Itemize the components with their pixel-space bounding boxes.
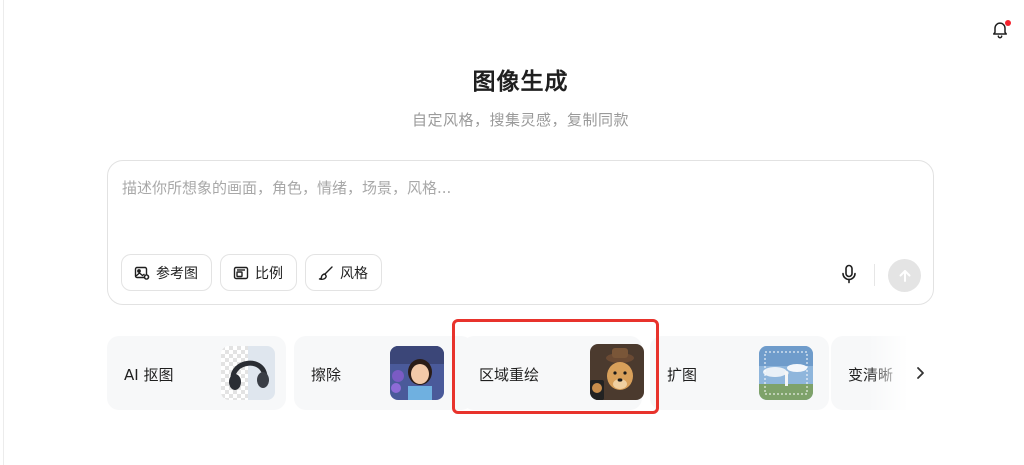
style-button[interactable]: 风格: [305, 254, 382, 291]
chevron-right-icon: [917, 367, 924, 379]
aspect-ratio-button[interactable]: 比例: [220, 254, 297, 291]
notification-button[interactable]: [990, 19, 1012, 41]
tool-label: AI 抠图: [124, 366, 174, 384]
toolbar-divider: [874, 264, 875, 286]
tool-label: 扩图: [667, 366, 698, 384]
aspect-ratio-label: 比例: [255, 265, 283, 282]
send-button[interactable]: [888, 259, 921, 292]
carousel-next-button[interactable]: [906, 336, 934, 410]
brush-icon: [318, 265, 333, 280]
tool-label: 擦除: [311, 366, 342, 384]
microphone-icon[interactable]: [840, 264, 858, 284]
prompt-input[interactable]: [122, 177, 912, 217]
page-subtitle: 自定风格，搜集灵感，复制同款: [411, 111, 629, 129]
selection-highlight: [452, 319, 659, 414]
carousel-fade: [868, 336, 908, 410]
headphones-thumbnail: [221, 346, 275, 400]
image-add-icon: [134, 266, 150, 280]
tool-card-ai-cutout[interactable]: AI 抠图: [107, 336, 286, 410]
reference-image-button[interactable]: 参考图: [121, 254, 212, 291]
arrow-up-icon: [899, 269, 910, 282]
girl-portrait-thumbnail: [390, 346, 444, 400]
landscape-thumbnail: [759, 346, 813, 400]
reference-image-label: 参考图: [156, 265, 198, 282]
aspect-ratio-icon: [233, 266, 249, 279]
unread-badge: [1005, 20, 1011, 26]
tool-card-erase[interactable]: 擦除: [294, 336, 473, 410]
style-label: 风格: [340, 265, 368, 282]
prompt-box: 参考图 比例 风格: [107, 160, 934, 305]
tool-card-expand[interactable]: 扩图: [650, 336, 829, 410]
page-title: 图像生成: [472, 69, 569, 95]
